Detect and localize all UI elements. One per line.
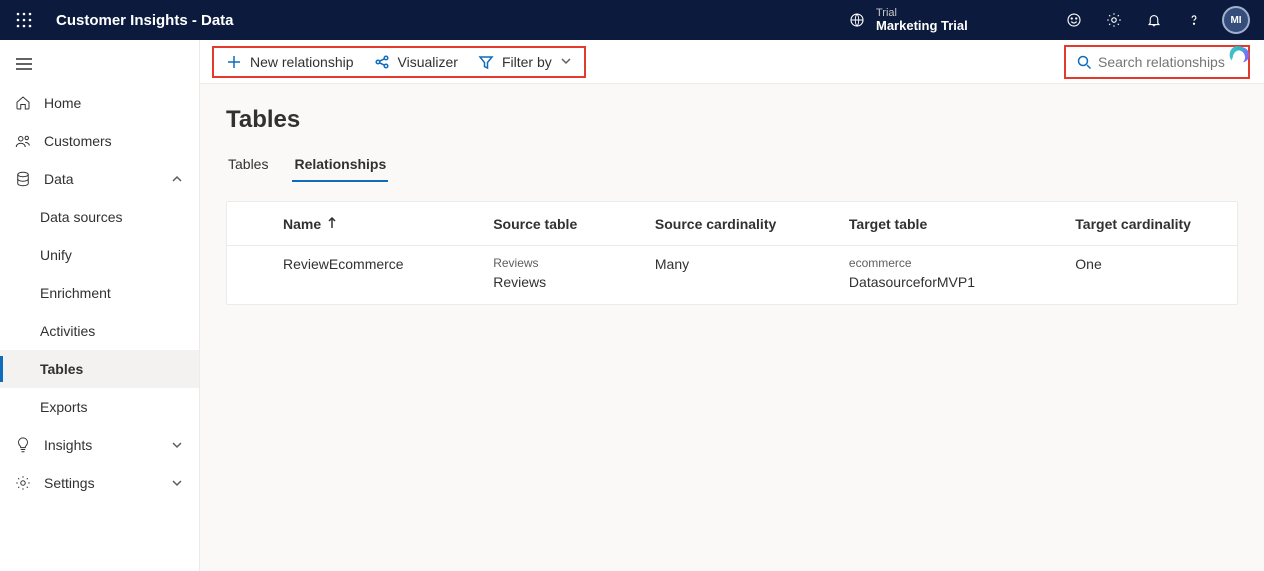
- feedback-icon[interactable]: [1056, 2, 1092, 38]
- cell-source-cardinality: Many: [655, 256, 849, 290]
- sidebar-item-label: Customers: [44, 133, 112, 149]
- sidebar-item-label: Enrichment: [40, 285, 111, 301]
- cell-source-table: Reviews Reviews: [493, 256, 655, 290]
- table-header-row: Name Source table Source cardinality Tar…: [227, 202, 1237, 246]
- share-icon: [374, 54, 390, 70]
- gear-icon: [14, 474, 32, 492]
- filter-icon: [478, 54, 494, 70]
- main-content: New relationship Visualizer Filter by: [200, 40, 1264, 571]
- button-label: Visualizer: [398, 54, 458, 70]
- sidebar: Home Customers Data Data sources Unify E…: [0, 40, 200, 571]
- people-icon: [14, 132, 32, 150]
- cell-name: ReviewEcommerce: [283, 256, 493, 290]
- column-header-target-cardinality[interactable]: Target cardinality: [1075, 216, 1237, 232]
- sidebar-item-insights[interactable]: Insights: [0, 426, 199, 464]
- sidebar-item-label: Exports: [40, 399, 87, 415]
- avatar[interactable]: MI: [1222, 6, 1250, 34]
- settings-icon[interactable]: [1096, 2, 1132, 38]
- sidebar-item-customers[interactable]: Customers: [0, 122, 199, 160]
- lightbulb-icon: [14, 436, 32, 454]
- sort-asc-icon: [327, 216, 337, 232]
- tab-list: Tables Relationships: [226, 150, 1238, 183]
- sidebar-item-label: Tables: [40, 361, 83, 377]
- plus-icon: [226, 54, 242, 70]
- sidebar-item-label: Home: [44, 95, 81, 111]
- sidebar-item-unify[interactable]: Unify: [0, 236, 199, 274]
- environment-name: Marketing Trial: [876, 19, 968, 33]
- sidebar-item-label: Settings: [44, 475, 95, 491]
- chevron-down-icon: [171, 438, 185, 452]
- sidebar-item-settings[interactable]: Settings: [0, 464, 199, 502]
- globe-icon: [848, 11, 866, 29]
- column-header-source-table[interactable]: Source table: [493, 216, 655, 232]
- sidebar-item-home[interactable]: Home: [0, 84, 199, 122]
- cell-target-cardinality: One: [1075, 256, 1237, 290]
- button-label: Filter by: [502, 54, 552, 70]
- tab-relationships[interactable]: Relationships: [292, 150, 388, 182]
- global-header: Customer Insights - Data Trial Marketing…: [0, 0, 1264, 40]
- copilot-icon[interactable]: [1228, 46, 1256, 74]
- home-icon: [14, 94, 32, 112]
- nav-toggle-icon[interactable]: [0, 44, 48, 84]
- sidebar-item-label: Data sources: [40, 209, 122, 225]
- column-header-name[interactable]: Name: [283, 216, 493, 232]
- sidebar-item-activities[interactable]: Activities: [0, 312, 199, 350]
- database-icon: [14, 170, 32, 188]
- search-box[interactable]: [1064, 45, 1250, 79]
- filter-by-button[interactable]: Filter by: [468, 50, 582, 74]
- notifications-icon[interactable]: [1136, 2, 1172, 38]
- environment-picker[interactable]: Trial Marketing Trial: [848, 7, 968, 33]
- search-input[interactable]: [1098, 54, 1238, 70]
- new-relationship-button[interactable]: New relationship: [216, 50, 364, 74]
- sidebar-item-label: Unify: [40, 247, 72, 263]
- chevron-up-icon: [171, 172, 185, 186]
- chevron-down-icon: [171, 476, 185, 490]
- page-title: Tables: [226, 106, 1238, 134]
- table-row[interactable]: ReviewEcommerce Reviews Reviews Many eco…: [227, 246, 1237, 304]
- sidebar-item-data[interactable]: Data: [0, 160, 199, 198]
- sidebar-item-label: Activities: [40, 323, 95, 339]
- sidebar-item-label: Data: [44, 171, 74, 187]
- column-header-target-table[interactable]: Target table: [849, 216, 1075, 232]
- visualizer-button[interactable]: Visualizer: [364, 50, 468, 74]
- button-label: New relationship: [250, 54, 354, 70]
- app-launcher-icon[interactable]: [8, 4, 40, 36]
- column-header-source-cardinality[interactable]: Source cardinality: [655, 216, 849, 232]
- app-title: Customer Insights - Data: [56, 12, 234, 29]
- relationships-table: Name Source table Source cardinality Tar…: [226, 201, 1238, 305]
- tab-tables[interactable]: Tables: [226, 150, 270, 182]
- cell-target-table: ecommerce DatasourceforMVP1: [849, 256, 1075, 290]
- sidebar-item-enrichment[interactable]: Enrichment: [0, 274, 199, 312]
- sidebar-item-tables[interactable]: Tables: [0, 350, 199, 388]
- sidebar-item-data-sources[interactable]: Data sources: [0, 198, 199, 236]
- chevron-down-icon: [560, 54, 572, 70]
- sidebar-item-exports[interactable]: Exports: [0, 388, 199, 426]
- search-icon: [1076, 54, 1092, 70]
- sidebar-item-label: Insights: [44, 437, 92, 453]
- highlighted-toolbar-group: New relationship Visualizer Filter by: [212, 46, 586, 78]
- help-icon[interactable]: [1176, 2, 1212, 38]
- command-bar: New relationship Visualizer Filter by: [200, 40, 1264, 84]
